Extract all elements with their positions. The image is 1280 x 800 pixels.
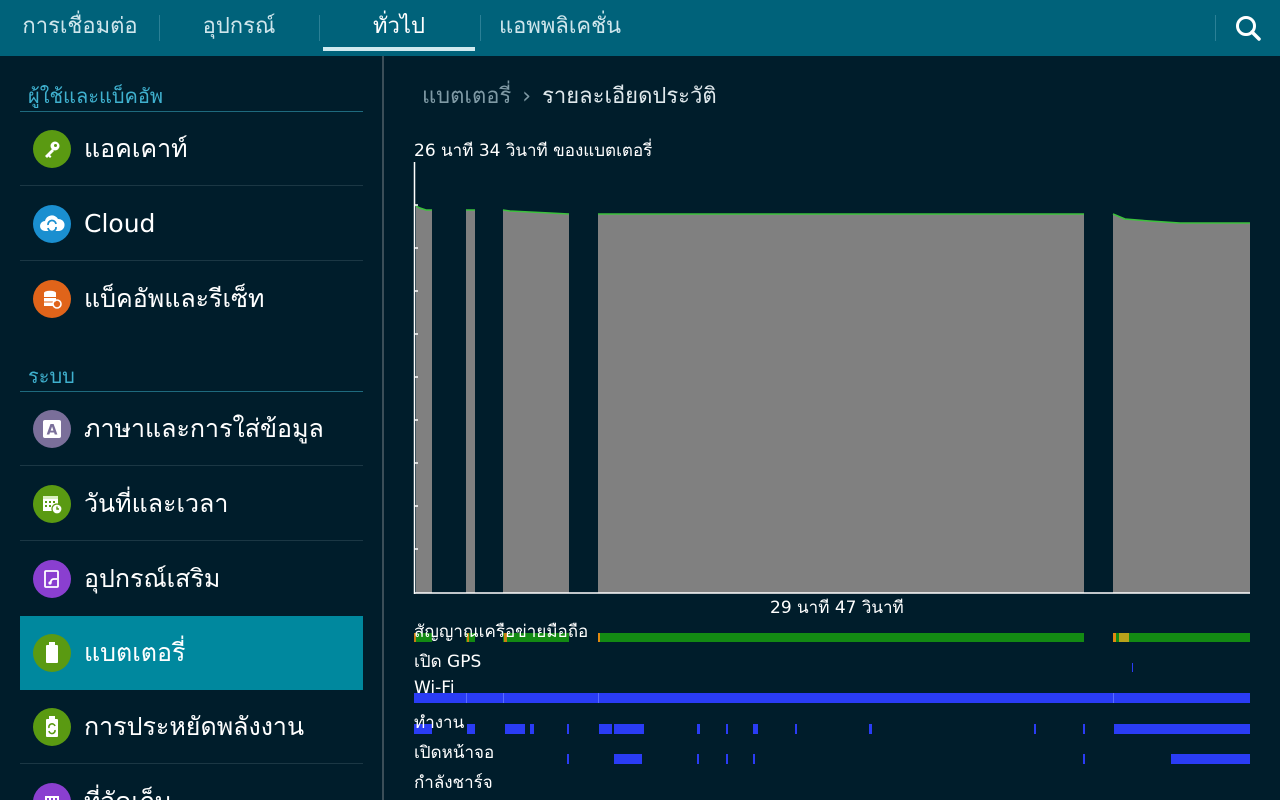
elapsed-time-label: 29 นาที 47 วินาที [770,598,904,618]
battery-level-segment [503,210,569,593]
battery-level-segment [1113,214,1250,593]
track-label-mobile-signal: สัญญาณเครือข่ายมือถือ [414,622,589,642]
track-label-wifi: Wi-Fi [414,678,455,698]
track-label-charging: กำลังชาร์จ [414,773,493,793]
screen-on-track-bars [567,754,1250,764]
battery-level-segment [466,210,475,593]
awake-track-bars [414,724,1250,734]
track-label-screen-on: เปิดหน้าจอ [414,743,495,763]
battery-level-segment [598,214,1084,593]
wifi-track-bars [414,693,1250,703]
battery-history-chart [413,162,1250,764]
track-label-gps: เปิด GPS [414,652,482,672]
battery-level-segment [416,206,432,593]
gps-track-bars [1132,663,1133,672]
track-label-awake: ทำงาน [414,713,465,733]
